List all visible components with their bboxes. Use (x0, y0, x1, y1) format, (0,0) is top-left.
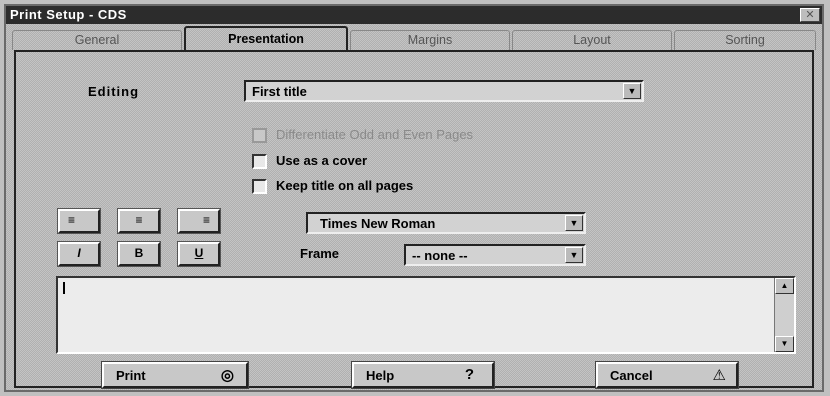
italic-button[interactable]: I (57, 241, 101, 267)
use-as-cover-label: Use as a cover (276, 153, 368, 168)
help-button[interactable]: Help ? (351, 361, 495, 389)
help-label: Help (366, 368, 395, 383)
tab-layout[interactable]: Layout (512, 30, 672, 50)
italic-icon: I (77, 246, 81, 260)
tab-bar: General Presentation Margins Layout Sort… (12, 26, 818, 52)
tab-sorting[interactable]: Sorting (674, 30, 816, 50)
text-caret (63, 282, 65, 294)
close-icon[interactable]: ✕ (800, 8, 820, 22)
chevron-down-icon[interactable]: ▼ (565, 247, 583, 263)
editing-select[interactable]: First title ▼ (244, 80, 644, 102)
scroll-down-icon[interactable]: ▼ (775, 336, 794, 352)
tab-margins[interactable]: Margins (350, 30, 510, 50)
checkbox-box[interactable] (252, 179, 267, 194)
underline-button[interactable]: U (177, 241, 221, 267)
tab-presentation-label: Presentation (228, 32, 304, 46)
print-label: Print (116, 368, 146, 383)
chevron-down-icon[interactable]: ▼ (623, 83, 641, 99)
checkbox-box (252, 128, 267, 143)
print-icon: ◎ (220, 367, 234, 384)
window-title: Print Setup - CDS (10, 7, 127, 22)
tab-margins-label: Margins (407, 33, 453, 47)
frame-value: -- none -- (412, 248, 468, 263)
frame-label: Frame (300, 246, 340, 261)
cancel-label: Cancel (610, 368, 653, 383)
font-select[interactable]: Times New Roman ▼ (306, 212, 586, 234)
cancel-button[interactable]: Cancel ⚠ (595, 361, 739, 389)
scroll-up-icon[interactable]: ▲ (775, 278, 794, 294)
checkbox-box[interactable] (252, 154, 267, 169)
tab-sorting-label: Sorting (725, 33, 765, 47)
print-setup-window: Print Setup - CDS ✕ General Presentation… (4, 4, 824, 392)
frame-select[interactable]: -- none -- ▼ (404, 244, 586, 266)
align-center-button[interactable]: ≡ (117, 208, 161, 234)
align-left-icon: ≡ (68, 213, 76, 227)
underline-icon: U (194, 246, 204, 260)
editing-value: First title (252, 84, 307, 99)
bold-icon: B (134, 246, 144, 260)
tab-general[interactable]: General (12, 30, 182, 50)
keep-title-label: Keep title on all pages (276, 178, 414, 193)
warning-icon: ⚠ (712, 367, 726, 384)
font-value: Times New Roman (320, 216, 436, 231)
title-bar[interactable]: Print Setup - CDS ✕ (6, 6, 822, 24)
vertical-scrollbar[interactable]: ▲ ▼ (774, 278, 794, 352)
question-icon: ? (464, 366, 474, 383)
align-left-button[interactable]: ≡ (57, 208, 101, 234)
tab-presentation[interactable]: Presentation (184, 26, 348, 52)
align-right-icon: ≡ (202, 213, 210, 227)
bold-button[interactable]: B (117, 241, 161, 267)
editing-label: Editing (88, 84, 140, 99)
differentiate-pages-label: Differentiate Odd and Even Pages (276, 127, 474, 142)
chevron-down-icon[interactable]: ▼ (565, 215, 583, 231)
print-button[interactable]: Print ◎ (101, 361, 249, 389)
tab-general-label: General (74, 33, 120, 47)
align-right-button[interactable]: ≡ (177, 208, 221, 234)
align-center-icon: ≡ (135, 213, 143, 227)
title-text-area[interactable]: ▲ ▼ (56, 276, 796, 354)
tab-layout-label: Layout (573, 33, 611, 47)
